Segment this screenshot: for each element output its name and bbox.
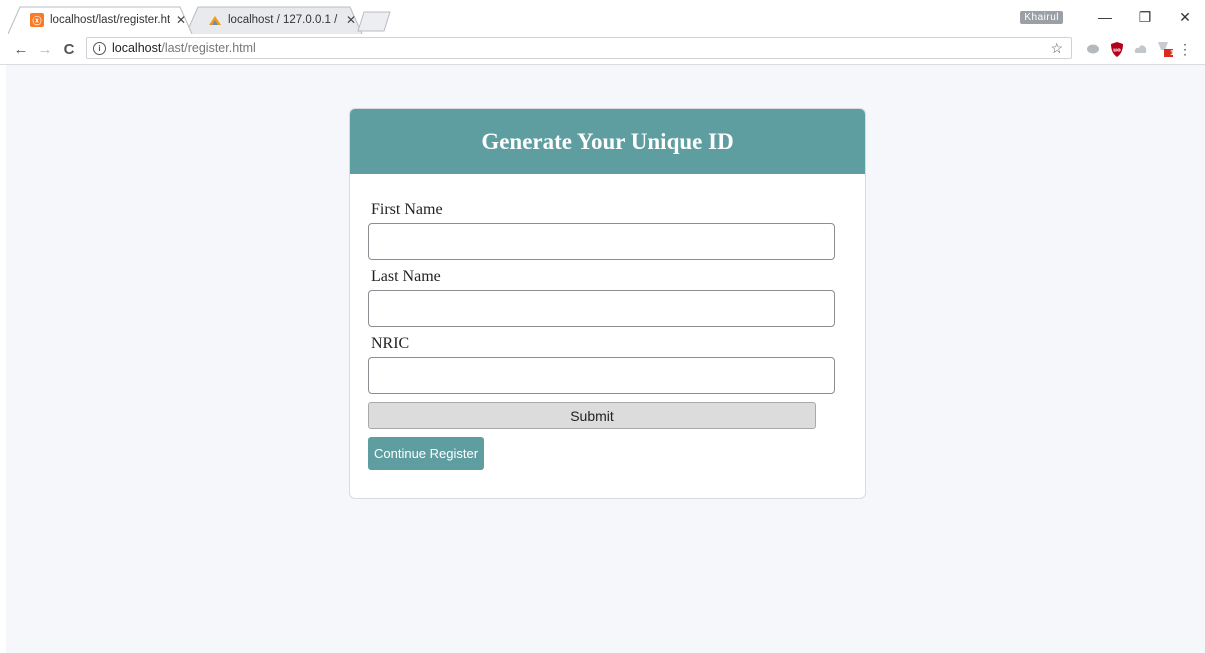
tab-register[interactable]: ⓧ localhost/last/register.htm ✕	[8, 6, 194, 34]
tab-title: localhost/last/register.htm	[50, 14, 170, 26]
kebab-menu-icon[interactable]: ⋮	[1178, 41, 1192, 58]
xampp-icon: ⓧ	[30, 13, 44, 27]
last-name-label: Last Name	[371, 268, 441, 285]
continue-register-button[interactable]: Continue Register	[368, 437, 485, 470]
card-header: Generate Your Unique ID	[350, 109, 865, 174]
register-form: First Name Last Name NRIC Submit Continu…	[368, 174, 838, 470]
phpmyadmin-icon	[208, 13, 222, 27]
bookmark-star-icon[interactable]: ☆	[1050, 40, 1063, 57]
close-window-icon[interactable]: ✕	[1165, 9, 1205, 26]
close-tab-icon[interactable]: ✕	[344, 13, 358, 27]
address-bar[interactable]: i localhost /last/register.html ☆	[86, 37, 1072, 59]
forward-arrow-icon[interactable]: →	[33, 41, 57, 58]
tab-strip: localhost / 127.0.0.1 / wel ✕ ⓧ localhos…	[0, 0, 1205, 34]
first-name-input[interactable]	[368, 223, 835, 260]
close-tab-icon[interactable]: ✕	[174, 13, 188, 27]
extension-leaf-icon[interactable]	[1082, 41, 1104, 57]
first-name-label: First Name	[371, 201, 443, 218]
register-card: Generate Your Unique ID First Name Last …	[349, 108, 866, 499]
profile-button[interactable]: Khairul	[1020, 10, 1063, 24]
url-host: localhost	[112, 41, 162, 55]
tab-phpmyadmin[interactable]: localhost / 127.0.0.1 / wel ✕	[186, 6, 364, 34]
submit-button[interactable]: Submit	[368, 402, 816, 429]
extension-badge-icon[interactable]: 1	[1154, 41, 1176, 57]
last-name-input[interactable]	[368, 290, 835, 327]
back-arrow-icon[interactable]: ←	[9, 41, 33, 58]
page-body: Generate Your Unique ID First Name Last …	[6, 65, 1205, 653]
page-title: Generate Your Unique ID	[481, 128, 734, 154]
minimize-icon[interactable]: —	[1085, 9, 1125, 25]
new-tab-button[interactable]	[356, 10, 392, 32]
info-icon[interactable]: i	[93, 41, 106, 55]
svg-text:uo: uo	[1113, 47, 1121, 53]
extensions-area: uo 1 ⋮	[1082, 34, 1192, 64]
browser-toolbar: ← → C i localhost /last/register.html ☆ …	[0, 34, 1205, 65]
tab-title: localhost / 127.0.0.1 / wel	[228, 14, 340, 26]
url-path: /last/register.html	[161, 41, 256, 55]
reload-icon[interactable]: C	[57, 41, 81, 58]
nric-label: NRIC	[371, 335, 410, 352]
window-controls: Khairul — ❐ ✕	[1020, 0, 1205, 34]
ublock-shield-icon[interactable]: uo	[1106, 41, 1128, 57]
extension-cloud-icon[interactable]	[1130, 41, 1152, 57]
restore-icon[interactable]: ❐	[1125, 9, 1165, 26]
nric-input[interactable]	[368, 357, 835, 394]
extension-badge-count: 1	[1170, 50, 1174, 57]
